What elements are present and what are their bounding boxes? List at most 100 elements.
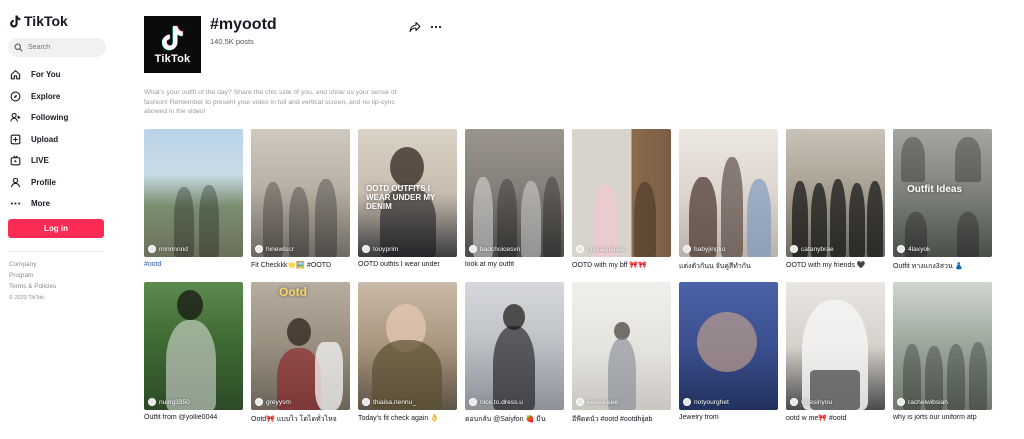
video-username[interactable]: eeeee.eee [576, 398, 618, 406]
video-thumbnail[interactable]: notyourghet [679, 282, 778, 410]
hashtag-title: #myootd [210, 16, 277, 33]
more-options-icon[interactable] [430, 21, 442, 33]
video-card[interactable]: minnnnnd #ootd [144, 129, 244, 272]
video-caption[interactable]: Today's fit check again 👌 [358, 414, 457, 422]
video-card[interactable]: babyjingko แต่งตัวกันน จับคู่สีทำกัน [679, 129, 779, 272]
video-username[interactable]: tooyprim [362, 245, 398, 253]
video-overlay-text: Outfit Ideas [907, 184, 963, 195]
figure [867, 181, 883, 257]
video-caption[interactable]: Outfit from @yollie0044 [144, 414, 243, 421]
share-icon[interactable] [409, 21, 421, 33]
video-card[interactable]: eeeee.eee อีพีดตนัว #ootd #ootdhijab [572, 282, 672, 425]
video-username[interactable]: notyourghet [683, 398, 729, 406]
video-card[interactable]: notyourghet Jewelry from [679, 282, 779, 425]
video-thumbnail[interactable]: minnnnnd [144, 129, 243, 257]
avatar [148, 398, 156, 406]
nav-label: More [31, 199, 51, 209]
video-username[interactable]: hinewtscr [255, 245, 294, 253]
sidebar-divider [8, 251, 104, 252]
figure [947, 344, 965, 410]
video-thumbnail[interactable]: Ootd greyysm [251, 282, 350, 410]
figure [315, 179, 337, 257]
nav-item-upload[interactable]: Upload [10, 129, 68, 151]
video-thumbnail[interactable]: nteyaspareis [572, 129, 671, 257]
video-thumbnail[interactable]: thiaisa.nennu_ [358, 282, 457, 410]
video-caption[interactable]: ootd w me🎀 #ootd [786, 414, 885, 422]
video-caption[interactable]: Outfit ทางแกง3สวน 👗 [893, 261, 992, 272]
video-username[interactable]: nteyaspareis [576, 245, 624, 253]
nav-item-explore[interactable]: Explore [10, 86, 68, 108]
username-text: vibesinyou [801, 398, 833, 406]
video-card[interactable]: nteyaspareis OOTD with my bff 🎀🎀 [572, 129, 672, 272]
video-card[interactable]: thiaisa.nennu_ Today's fit check again 👌 [358, 282, 458, 425]
video-card[interactable]: vibesinyou ootd w me🎀 #ootd [786, 282, 886, 425]
video-thumbnail[interactable]: eeeee.eee [572, 282, 671, 410]
video-thumbnail[interactable]: hinewtscr [251, 129, 350, 257]
video-caption[interactable]: OOTD with my friends 🖤 [786, 261, 885, 269]
video-username[interactable]: vibesinyou [790, 398, 832, 406]
video-thumbnail[interactable]: nuing3350 [144, 282, 243, 410]
video-card[interactable]: nuing3350 Outfit from @yollie0044 [144, 282, 244, 425]
video-caption[interactable]: แต่งตัวกันน จับคู่สีทำกัน [679, 261, 778, 272]
video-card[interactable]: rachelwibsiah why is jorts our uniform a… [893, 282, 993, 425]
nav-item-live[interactable]: LIVE [10, 150, 68, 172]
video-caption[interactable]: OOTD outfits I wear under [358, 261, 457, 268]
video-thumbnail[interactable]: catanybrae [786, 129, 885, 257]
video-card[interactable]: badchoicesvn look at my outfit [465, 129, 565, 272]
figure [955, 137, 981, 182]
username-text: minnnnnd [159, 245, 188, 253]
video-username[interactable]: 4laxyok [897, 245, 930, 253]
video-thumbnail[interactable]: babyjingko [679, 129, 778, 257]
video-card[interactable]: hinewtscr Fit Checkkk🌟🖼️ #OOTD [251, 129, 351, 272]
video-username[interactable]: babyjingko [683, 245, 726, 253]
search-bar[interactable] [8, 38, 106, 57]
video-username[interactable]: catanybrae [790, 245, 834, 253]
video-caption[interactable]: #ootd [144, 261, 243, 268]
video-caption[interactable]: why is jorts our uniform atp [893, 414, 992, 421]
video-caption[interactable]: Fit Checkkk🌟🖼️ #OOTD [251, 261, 350, 269]
footer-link-company[interactable]: Company [9, 259, 56, 270]
sidebar-footer: Company Program Terms & Policies © 2023 … [9, 259, 56, 304]
video-thumbnail[interactable]: badchoicesvn [465, 129, 564, 257]
login-button[interactable]: Log in [8, 219, 104, 238]
footer-link-program[interactable]: Program [9, 270, 56, 281]
nav-item-more[interactable]: More [10, 193, 68, 215]
video-card[interactable]: OOTD OUTFITS I WEAR UNDER MY DENIM tooyp… [358, 129, 458, 272]
video-username[interactable]: minnnnnd [148, 245, 188, 253]
tiktok-logo[interactable]: TikTok [10, 13, 68, 29]
video-username[interactable]: badchoicesvn [469, 245, 520, 253]
copyright: © 2023 TikTok [9, 294, 44, 301]
video-thumbnail[interactable]: Outfit Ideas 4laxyok [893, 129, 992, 257]
footer-link-terms[interactable]: Terms & Policies [9, 281, 56, 292]
search-input[interactable] [28, 44, 98, 51]
video-username[interactable]: rachelwibsiah [897, 398, 948, 406]
face [390, 147, 424, 187]
video-thumbnail[interactable]: rachelwibsiah [893, 282, 992, 410]
video-thumbnail[interactable]: vibesinyou [786, 282, 885, 410]
video-username[interactable]: nuing3350 [148, 398, 190, 406]
video-thumbnail[interactable]: nice.to.dress.u [465, 282, 564, 410]
video-caption[interactable]: OOTD with my bff 🎀🎀 [572, 261, 671, 269]
username-text: greyysm [266, 398, 291, 406]
video-caption[interactable]: look at my outfit [465, 261, 564, 268]
video-username[interactable]: nice.to.dress.u [469, 398, 523, 406]
video-caption[interactable]: Ootd🎀 แบบไว โตไดทั่วไหจ [251, 414, 350, 425]
nav-item-for-you[interactable]: For You [10, 64, 68, 86]
nav-item-profile[interactable]: Profile [10, 172, 68, 194]
video-card[interactable]: catanybrae OOTD with my friends 🖤 [786, 129, 886, 272]
video-caption[interactable]: ตอบกลับ @Saiyfon 🍓 มีน [465, 414, 564, 425]
video-caption[interactable]: อีพีดตนัว #ootd #ootdhijab [572, 414, 671, 425]
video-username[interactable]: greyysm [255, 398, 291, 406]
video-thumbnail[interactable]: OOTD OUTFITS I WEAR UNDER MY DENIM tooyp… [358, 129, 457, 257]
video-caption[interactable]: Jewelry from [679, 414, 778, 421]
nav-item-following[interactable]: Following [10, 107, 68, 129]
video-card[interactable]: nice.to.dress.u ตอบกลับ @Saiyfon 🍓 มีน [465, 282, 565, 425]
video-card[interactable]: Ootd greyysm Ootd🎀 แบบไว โตไดทั่วไหจ [251, 282, 351, 425]
face [697, 312, 757, 372]
video-card[interactable]: Outfit Ideas 4laxyok Outfit ทางแกง3สวน 👗 [893, 129, 993, 272]
avatar [362, 245, 370, 253]
avatar [683, 398, 691, 406]
video-username[interactable]: thiaisa.nennu_ [362, 398, 416, 406]
avatar [362, 398, 370, 406]
video-overlay-text: Ootd [279, 285, 307, 299]
